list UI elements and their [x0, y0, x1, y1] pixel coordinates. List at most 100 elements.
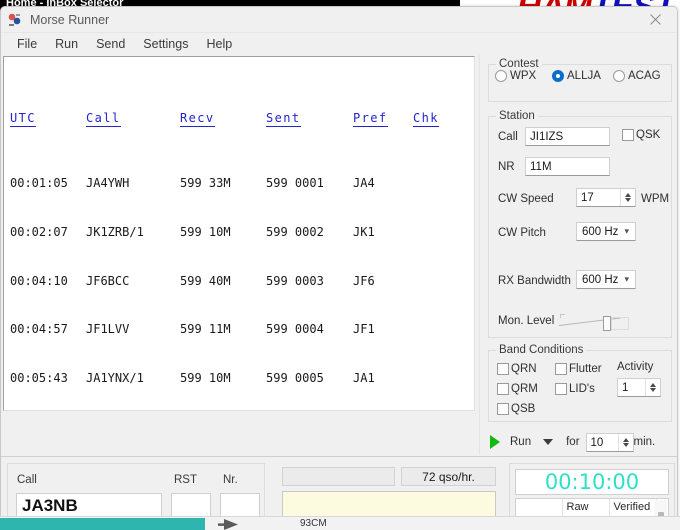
- cell-pref: JA1: [353, 371, 375, 386]
- activity-label: Activity: [617, 361, 654, 373]
- rate-history-chart: [282, 491, 496, 518]
- spinner-up-icon[interactable]: [622, 437, 629, 442]
- cw-speed-spinner[interactable]: 17: [576, 188, 636, 207]
- window-titlebar: Morse Runner: [1, 7, 677, 33]
- mon-level-slider[interactable]: [558, 313, 629, 331]
- window-title: Morse Runner: [30, 13, 110, 27]
- spinner-arrows-icon[interactable]: [620, 189, 635, 206]
- call-input[interactable]: JA3NB: [16, 493, 162, 517]
- checkbox-qrm[interactable]: QRM: [497, 383, 538, 395]
- checkbox-box-icon: [497, 403, 509, 415]
- checkbox-label: QSB: [511, 403, 536, 415]
- radio-label: ACAG: [628, 70, 661, 82]
- band-conditions-groupbox: Band Conditions QRN QRM QSB Flutter LID'…: [488, 344, 672, 422]
- spinner-up-icon[interactable]: [625, 193, 631, 197]
- column-header-call: Call: [86, 110, 121, 128]
- qsk-checkbox[interactable]: QSK: [622, 129, 660, 141]
- radio-contest-acag[interactable]: ACAG: [613, 70, 661, 82]
- radio-label: WPX: [510, 70, 537, 82]
- score-col-verified: Verified: [609, 499, 657, 516]
- cell-utc: 00:02:07: [10, 224, 68, 239]
- radio-contest-wpx[interactable]: WPX: [495, 70, 536, 82]
- run-minutes-spinner[interactable]: 10: [585, 432, 634, 452]
- slider-tick-icon: [560, 314, 565, 318]
- station-groupbox: Station Call JI1IZS QSK NR 11M CW Speed …: [488, 110, 672, 338]
- menu-item-run[interactable]: Run: [46, 35, 87, 54]
- radio-contest-allja[interactable]: ALLJA: [552, 70, 601, 82]
- column-header-pref: Pref: [353, 110, 388, 128]
- rate-status-box: [282, 467, 395, 486]
- table-row[interactable]: 00:02:07 JK1ZRB/1 599 10M 599 0002 JK1: [8, 224, 474, 240]
- checkbox-flutter[interactable]: Flutter: [555, 363, 602, 375]
- checkbox-box-icon: [555, 383, 567, 395]
- station-nr-input[interactable]: 11M: [525, 157, 610, 176]
- menu-item-help[interactable]: Help: [197, 35, 241, 54]
- table-row[interactable]: 00:01:05 JA4YWH 599 33M 599 0001 JA4: [8, 175, 474, 191]
- taskbar-app-icon[interactable]: [218, 519, 238, 530]
- nr-field-label: NR: [498, 161, 515, 173]
- chevron-down-icon[interactable]: [543, 439, 554, 445]
- cell-sent: 599 0004: [266, 322, 324, 337]
- nr-input[interactable]: [220, 493, 260, 517]
- cell-call: JA4YWH: [86, 175, 130, 190]
- panel-divider: [479, 55, 480, 455]
- spinner-down-icon[interactable]: [625, 198, 631, 202]
- close-icon[interactable]: [633, 7, 677, 32]
- table-row[interactable]: 00:04:10 JF6BCC 599 40M 599 0003 JF6: [8, 273, 474, 289]
- chevron-down-icon[interactable]: ▾: [618, 226, 635, 237]
- cw-pitch-value: 600 Hz: [582, 225, 619, 238]
- table-row[interactable]: 00:04:57 JF1LVV 599 11M 599 0004 JF1: [8, 321, 474, 337]
- cell-recv: 599 10M: [180, 224, 231, 239]
- slider-groove-box: [611, 317, 629, 330]
- column-header-sent: Sent: [266, 110, 301, 128]
- spinner-down-icon[interactable]: [622, 442, 629, 447]
- rx-bandwidth-select[interactable]: 600 Hz ▾: [576, 270, 636, 289]
- score-panel: 00:10:00 Raw Verified Pts 10: [509, 463, 675, 518]
- bottom-panel: Call RST Nr. JA3NB F1 CQ F2 <#> F3 TU F4…: [1, 457, 677, 518]
- cw-speed-value: 17: [581, 192, 594, 204]
- slider-thumb[interactable]: [603, 316, 611, 331]
- cell-sent: 599 0002: [266, 224, 324, 239]
- cell-call: JF6BCC: [86, 273, 130, 288]
- contest-clock: 00:10:00: [515, 469, 669, 495]
- taskbar-active-indicator: [0, 518, 205, 530]
- checkbox-box-icon: [497, 363, 509, 375]
- run-minutes-value: 10: [590, 436, 604, 449]
- radio-label: ALLJA: [567, 70, 601, 82]
- activity-spinner[interactable]: 1: [617, 378, 661, 397]
- menu-item-send[interactable]: Send: [87, 35, 134, 54]
- rst-input[interactable]: [171, 493, 211, 517]
- rx-bandwidth-label: RX Bandwidth: [498, 275, 571, 287]
- checkbox-label: LID's: [569, 383, 595, 395]
- run-control-row: Run for 10 min.: [488, 432, 672, 452]
- checkbox-qsb[interactable]: QSB: [497, 403, 535, 415]
- contest-group-label: Contest: [496, 58, 542, 70]
- spinner-down-icon[interactable]: [650, 388, 656, 392]
- score-header-row: Raw Verified: [516, 499, 657, 516]
- call-field-label: Call: [498, 131, 518, 143]
- qso-log-panel[interactable]: UTC Call Recv Sent Pref Chk 00:01:05 JA4…: [3, 56, 475, 411]
- taskbar: 93CM: [0, 516, 680, 530]
- spinner-up-icon[interactable]: [650, 383, 656, 387]
- rx-bandwidth-value: 600 Hz: [582, 273, 619, 286]
- station-group-label: Station: [496, 110, 538, 122]
- morse-runner-window: Morse Runner File Run Send Settings Help: [0, 6, 678, 519]
- cell-pref: JF1: [353, 322, 375, 337]
- spinner-arrows-icon[interactable]: [645, 379, 660, 396]
- play-icon[interactable]: [490, 435, 500, 449]
- spinner-arrows-icon[interactable]: [617, 433, 633, 451]
- table-row[interactable]: 00:05:43 JA1YNX/1 599 10M 599 0005 JA1: [8, 370, 474, 386]
- run-button-label[interactable]: Run: [510, 436, 531, 448]
- station-call-input[interactable]: JI1IZS: [525, 127, 610, 146]
- cw-pitch-select[interactable]: 600 Hz ▾: [576, 222, 636, 241]
- checkbox-lids[interactable]: LID's: [555, 383, 595, 395]
- cell-pref: JK1: [353, 224, 375, 239]
- score-col-raw: Raw: [562, 499, 610, 516]
- minutes-unit-label: min.: [633, 436, 656, 448]
- chevron-down-icon[interactable]: ▾: [618, 274, 635, 285]
- menu-item-settings[interactable]: Settings: [134, 35, 197, 54]
- cell-recv: 599 11M: [180, 322, 231, 337]
- cell-call: JK1ZRB/1: [86, 224, 144, 239]
- menu-item-file[interactable]: File: [8, 35, 46, 54]
- checkbox-qrn[interactable]: QRN: [497, 363, 537, 375]
